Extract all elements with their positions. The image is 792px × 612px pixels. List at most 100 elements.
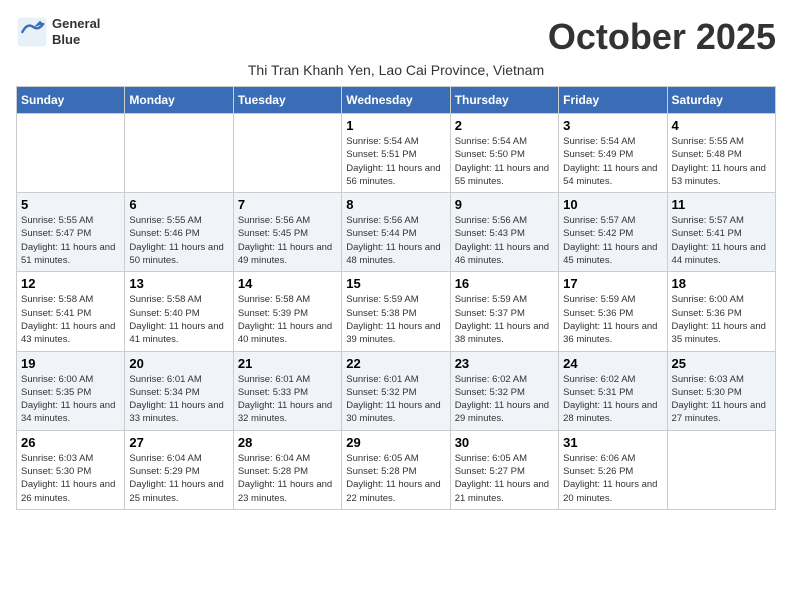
- logo-text: General Blue: [52, 16, 100, 47]
- calendar-cell: 19 Sunrise: 6:00 AMSunset: 5:35 PMDayligh…: [17, 351, 125, 430]
- day-info: Sunrise: 6:01 AMSunset: 5:34 PMDaylight:…: [129, 373, 228, 426]
- calendar-cell: 10Sunrise: 5:57 AMSunset: 5:42 PMDayligh…: [559, 193, 667, 272]
- weekday-header-saturday: Saturday: [667, 87, 775, 114]
- day-info: Sunrise: 6:00 AMSunset: 5:35 PMDaylight:…: [21, 373, 120, 426]
- calendar-cell: 20 Sunrise: 6:01 AMSunset: 5:34 PMDayligh…: [125, 351, 233, 430]
- calendar-cell: [17, 114, 125, 193]
- day-number: 22: [346, 356, 445, 371]
- day-number: 6: [129, 197, 228, 212]
- weekday-header-tuesday: Tuesday: [233, 87, 341, 114]
- day-info: Sunrise: 6:01 AMSunset: 5:32 PMDaylight:…: [346, 373, 445, 426]
- calendar-cell: 27 Sunrise: 6:04 AMSunset: 5:29 PMDayligh…: [125, 430, 233, 509]
- day-number: 26: [21, 435, 120, 450]
- day-number: 4: [672, 118, 771, 133]
- calendar-cell: 16 Sunrise: 5:59 AMSunset: 5:37 PMDayligh…: [450, 272, 558, 351]
- day-number: 3: [563, 118, 662, 133]
- calendar-cell: 30 Sunrise: 6:05 AMSunset: 5:27 PMDayligh…: [450, 430, 558, 509]
- calendar-cell: 24Sunrise: 6:02 AMSunset: 5:31 PMDayligh…: [559, 351, 667, 430]
- day-number: 2: [455, 118, 554, 133]
- day-info: Sunrise: 5:55 AMSunset: 5:47 PMDaylight:…: [21, 214, 120, 267]
- day-info: Sunrise: 6:06 AMSunset: 5:26 PMDaylight:…: [563, 452, 662, 505]
- calendar-cell: 26 Sunrise: 6:03 AMSunset: 5:30 PMDayligh…: [17, 430, 125, 509]
- day-number: 17: [563, 276, 662, 291]
- day-number: 7: [238, 197, 337, 212]
- day-info: Sunrise: 5:54 AMSunset: 5:51 PMDaylight:…: [346, 135, 445, 188]
- calendar-cell: 5 Sunrise: 5:55 AMSunset: 5:47 PMDaylight…: [17, 193, 125, 272]
- logo-icon: [16, 16, 48, 48]
- calendar-cell: 21 Sunrise: 6:01 AMSunset: 5:33 PMDayligh…: [233, 351, 341, 430]
- calendar-cell: 7Sunrise: 5:56 AMSunset: 5:45 PMDaylight…: [233, 193, 341, 272]
- calendar-cell: 28Sunrise: 6:04 AMSunset: 5:28 PMDayligh…: [233, 430, 341, 509]
- day-info: Sunrise: 6:00 AMSunset: 5:36 PMDaylight:…: [672, 293, 771, 346]
- calendar-cell: 17 Sunrise: 5:59 AMSunset: 5:36 PMDayligh…: [559, 272, 667, 351]
- weekday-header-row: SundayMondayTuesdayWednesdayThursdayFrid…: [17, 87, 776, 114]
- month-title: October 2025: [548, 16, 776, 58]
- subtitle: Thi Tran Khanh Yen, Lao Cai Province, Vi…: [16, 62, 776, 78]
- day-info: Sunrise: 5:55 AMSunset: 5:48 PMDaylight:…: [672, 135, 771, 188]
- day-number: 11: [672, 197, 771, 212]
- calendar-cell: 6 Sunrise: 5:55 AMSunset: 5:46 PMDaylight…: [125, 193, 233, 272]
- calendar-table: SundayMondayTuesdayWednesdayThursdayFrid…: [16, 86, 776, 510]
- day-number: 20: [129, 356, 228, 371]
- calendar-cell: [125, 114, 233, 193]
- day-info: Sunrise: 5:55 AMSunset: 5:46 PMDaylight:…: [129, 214, 228, 267]
- calendar-cell: 2Sunrise: 5:54 AMSunset: 5:50 PMDaylight…: [450, 114, 558, 193]
- calendar-cell: 18 Sunrise: 6:00 AMSunset: 5:36 PMDayligh…: [667, 272, 775, 351]
- weekday-header-thursday: Thursday: [450, 87, 558, 114]
- day-number: 18: [672, 276, 771, 291]
- day-info: Sunrise: 5:58 AMSunset: 5:41 PMDaylight:…: [21, 293, 120, 346]
- day-number: 30: [455, 435, 554, 450]
- day-number: 5: [21, 197, 120, 212]
- day-number: 21: [238, 356, 337, 371]
- day-info: Sunrise: 5:57 AMSunset: 5:41 PMDaylight:…: [672, 214, 771, 267]
- calendar-cell: 13 Sunrise: 5:58 AMSunset: 5:40 PMDayligh…: [125, 272, 233, 351]
- day-number: 10: [563, 197, 662, 212]
- day-number: 25: [672, 356, 771, 371]
- week-row-5: 26 Sunrise: 6:03 AMSunset: 5:30 PMDayligh…: [17, 430, 776, 509]
- day-number: 13: [129, 276, 228, 291]
- day-number: 15: [346, 276, 445, 291]
- day-info: Sunrise: 5:58 AMSunset: 5:39 PMDaylight:…: [238, 293, 337, 346]
- week-row-1: 1 Sunrise: 5:54 AMSunset: 5:51 PMDaylight…: [17, 114, 776, 193]
- calendar-cell: [667, 430, 775, 509]
- day-number: 28: [238, 435, 337, 450]
- week-row-4: 19 Sunrise: 6:00 AMSunset: 5:35 PMDayligh…: [17, 351, 776, 430]
- day-info: Sunrise: 5:59 AMSunset: 5:37 PMDaylight:…: [455, 293, 554, 346]
- day-number: 27: [129, 435, 228, 450]
- day-info: Sunrise: 5:56 AMSunset: 5:43 PMDaylight:…: [455, 214, 554, 267]
- day-number: 23: [455, 356, 554, 371]
- calendar-cell: 8 Sunrise: 5:56 AMSunset: 5:44 PMDaylight…: [342, 193, 450, 272]
- day-info: Sunrise: 5:56 AMSunset: 5:44 PMDaylight:…: [346, 214, 445, 267]
- day-info: Sunrise: 5:59 AMSunset: 5:38 PMDaylight:…: [346, 293, 445, 346]
- day-number: 1: [346, 118, 445, 133]
- day-number: 19: [21, 356, 120, 371]
- calendar-cell: 31Sunrise: 6:06 AMSunset: 5:26 PMDayligh…: [559, 430, 667, 509]
- day-info: Sunrise: 6:04 AMSunset: 5:29 PMDaylight:…: [129, 452, 228, 505]
- day-info: Sunrise: 6:03 AMSunset: 5:30 PMDaylight:…: [672, 373, 771, 426]
- day-number: 16: [455, 276, 554, 291]
- day-number: 9: [455, 197, 554, 212]
- day-number: 14: [238, 276, 337, 291]
- day-info: Sunrise: 6:02 AMSunset: 5:32 PMDaylight:…: [455, 373, 554, 426]
- day-info: Sunrise: 5:58 AMSunset: 5:40 PMDaylight:…: [129, 293, 228, 346]
- calendar-cell: 12 Sunrise: 5:58 AMSunset: 5:41 PMDayligh…: [17, 272, 125, 351]
- calendar-cell: [233, 114, 341, 193]
- calendar-cell: 29Sunrise: 6:05 AMSunset: 5:28 PMDayligh…: [342, 430, 450, 509]
- calendar-cell: 9 Sunrise: 5:56 AMSunset: 5:43 PMDaylight…: [450, 193, 558, 272]
- day-info: Sunrise: 6:01 AMSunset: 5:33 PMDaylight:…: [238, 373, 337, 426]
- header: General Blue October 2025: [16, 16, 776, 58]
- calendar-cell: 3Sunrise: 5:54 AMSunset: 5:49 PMDaylight…: [559, 114, 667, 193]
- weekday-header-wednesday: Wednesday: [342, 87, 450, 114]
- day-info: Sunrise: 5:59 AMSunset: 5:36 PMDaylight:…: [563, 293, 662, 346]
- day-info: Sunrise: 6:03 AMSunset: 5:30 PMDaylight:…: [21, 452, 120, 505]
- day-info: Sunrise: 6:05 AMSunset: 5:28 PMDaylight:…: [346, 452, 445, 505]
- calendar-cell: 15 Sunrise: 5:59 AMSunset: 5:38 PMDayligh…: [342, 272, 450, 351]
- calendar-cell: 1 Sunrise: 5:54 AMSunset: 5:51 PMDaylight…: [342, 114, 450, 193]
- weekday-header-friday: Friday: [559, 87, 667, 114]
- calendar-cell: 14 Sunrise: 5:58 AMSunset: 5:39 PMDayligh…: [233, 272, 341, 351]
- calendar-cell: 23 Sunrise: 6:02 AMSunset: 5:32 PMDayligh…: [450, 351, 558, 430]
- day-number: 8: [346, 197, 445, 212]
- day-info: Sunrise: 6:05 AMSunset: 5:27 PMDaylight:…: [455, 452, 554, 505]
- weekday-header-monday: Monday: [125, 87, 233, 114]
- day-number: 12: [21, 276, 120, 291]
